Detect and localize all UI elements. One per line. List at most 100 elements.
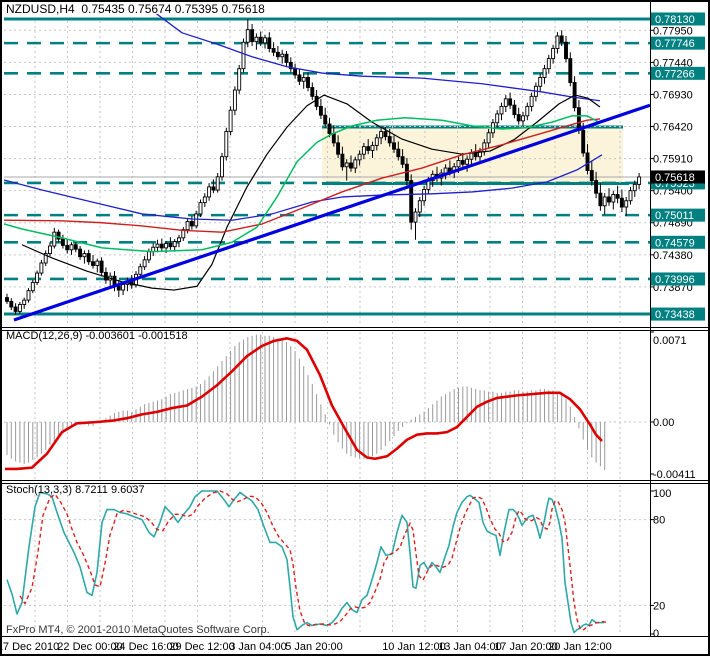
candle (495, 110, 500, 128)
candle (263, 34, 267, 49)
price-axis[interactable]: 0.779500.774400.769300.764200.759100.754… (650, 12, 705, 640)
candle (602, 193, 607, 215)
candle (56, 229, 61, 243)
candle (538, 73, 543, 92)
candle (215, 173, 220, 193)
candle (323, 107, 328, 128)
candle (521, 112, 525, 127)
candle (30, 279, 35, 294)
candle (280, 49, 285, 64)
candle (86, 249, 91, 265)
candle (172, 239, 177, 252)
stochastic-panel[interactable] (6, 490, 608, 634)
candle (241, 38, 246, 73)
candle (499, 102, 504, 121)
candle (181, 227, 186, 241)
candle (112, 271, 117, 292)
candle (572, 76, 577, 112)
time-axis-label: 5 Jan 20:00 (285, 641, 343, 653)
candle (288, 57, 293, 73)
candle (108, 272, 113, 288)
candle (624, 196, 629, 216)
svg-text:0.78130: 0.78130 (655, 14, 695, 26)
candle (267, 32, 272, 53)
svg-text:0.74380: 0.74380 (653, 250, 693, 262)
candle (237, 64, 242, 94)
candle (155, 239, 160, 253)
svg-text:0.73438: 0.73438 (655, 309, 695, 321)
candle (564, 35, 568, 63)
mt4-chart-window: 0.77950 0.77440 0.76930 0.76420 0.75910 0.754… (0, 0, 710, 656)
candle (551, 44, 556, 64)
candle (533, 82, 538, 102)
candle (284, 51, 289, 67)
candle (69, 242, 74, 255)
candle (189, 215, 194, 230)
candle (39, 259, 44, 276)
candle (78, 246, 83, 260)
candle (95, 258, 100, 273)
svg-text:0.75011: 0.75011 (655, 210, 694, 222)
time-axis-label: 13 Jan 04:00 (438, 641, 502, 653)
candle (293, 63, 298, 79)
candle (48, 242, 52, 257)
candle (409, 174, 414, 230)
svg-text:0.74579: 0.74579 (655, 237, 695, 249)
svg-text:0.76930: 0.76930 (653, 89, 693, 101)
candle (615, 185, 620, 204)
candle (529, 92, 534, 112)
svg-text:100: 100 (653, 488, 671, 500)
candle (306, 72, 310, 92)
svg-text:0: 0 (653, 628, 659, 640)
candle (637, 173, 642, 190)
candle (224, 127, 229, 161)
candle (516, 107, 521, 125)
candle (5, 293, 9, 304)
chart-canvas[interactable]: 0.779500.774400.769300.764200.759100.754… (2, 2, 708, 654)
candle (159, 238, 164, 252)
svg-text:80: 80 (653, 515, 665, 527)
candle (271, 42, 276, 57)
candle (611, 190, 616, 210)
svg-text:20: 20 (653, 600, 665, 612)
candle (297, 68, 302, 86)
svg-text:0.75910: 0.75910 (653, 154, 693, 166)
candle (35, 270, 40, 286)
candle (52, 227, 57, 249)
candle (232, 86, 237, 116)
ma-line-black (21, 94, 601, 291)
svg-text:0.0071: 0.0071 (653, 335, 687, 347)
candle (546, 54, 551, 74)
candle (142, 256, 147, 270)
candle (9, 298, 14, 311)
candle (301, 73, 306, 89)
candle (99, 257, 104, 277)
time-axis-label: 3 Jan 04:00 (229, 641, 287, 653)
candle (228, 106, 233, 136)
time-axis[interactable]: 17 Dec 201022 Dec 00:0024 Dec 16:0029 De… (2, 641, 612, 653)
svg-text:0.77266: 0.77266 (655, 68, 695, 80)
svg-text:0.75618: 0.75618 (655, 172, 695, 184)
candle (555, 32, 560, 54)
candle (512, 100, 517, 119)
svg-text:0.73996: 0.73996 (655, 274, 695, 286)
svg-text:0.77950: 0.77950 (653, 25, 693, 37)
candle (168, 237, 173, 250)
candle (254, 33, 259, 50)
candle (82, 250, 87, 264)
candle (207, 183, 212, 201)
candle (275, 46, 280, 60)
candle (318, 98, 323, 119)
candle (116, 279, 121, 297)
macd-panel[interactable] (5, 334, 606, 471)
candle (26, 288, 31, 303)
svg-text:0.76420: 0.76420 (653, 122, 693, 134)
candle (103, 267, 108, 284)
ma-line-blue-slow (155, 14, 601, 102)
candle (65, 239, 70, 254)
candle (568, 52, 573, 87)
candle (202, 193, 207, 208)
candle (250, 24, 255, 47)
candle (22, 297, 27, 309)
candle (413, 208, 418, 240)
